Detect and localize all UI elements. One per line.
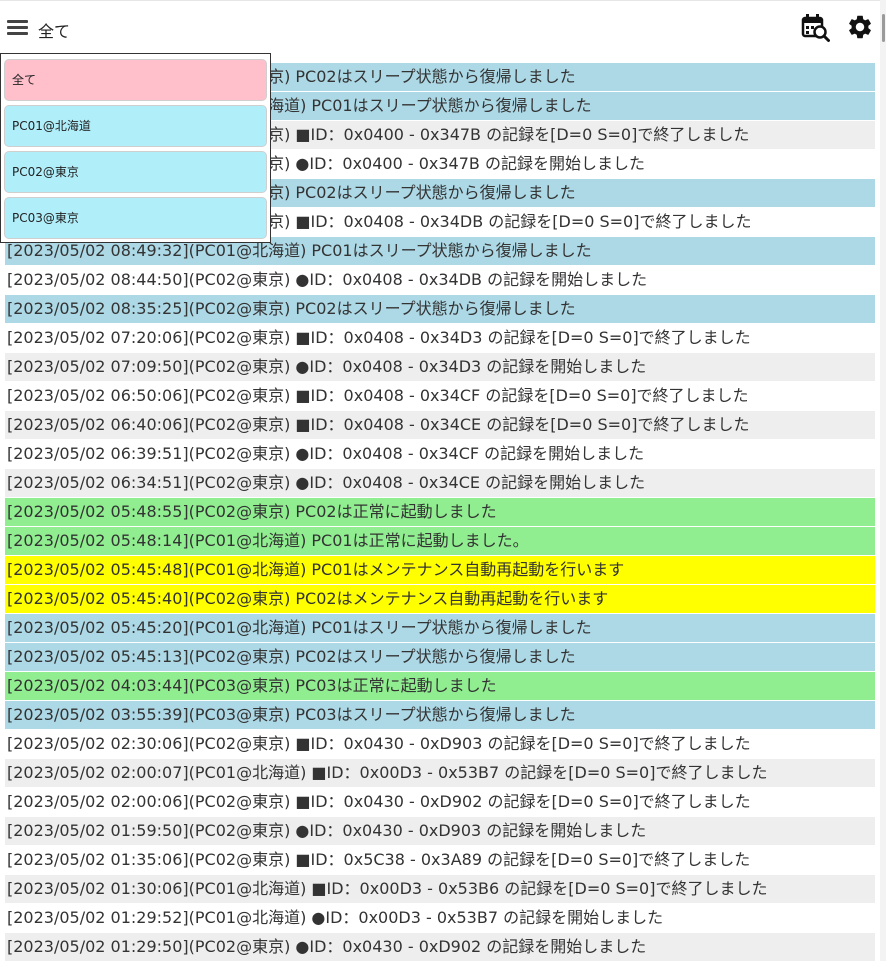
dropdown-item[interactable]: PC02@東京 (4, 151, 267, 193)
log-row: [2023/05/02 05:45:48](PC01@北海道) PC01はメンテ… (5, 556, 875, 585)
log-row: [2023/05/02 02:00:07](PC01@北海道) ■ID：0x00… (5, 759, 875, 788)
log-row: [2023/05/02 01:29:50](PC02@東京) ●ID：0x043… (5, 933, 875, 961)
calendar-search-icon[interactable] (800, 13, 830, 43)
app-header: 全て (0, 0, 886, 54)
log-row: [2023/05/02 01:30:06](PC01@北海道) ■ID：0x00… (5, 875, 875, 904)
log-row: [2023/05/02 06:40:06](PC02@東京) ■ID：0x040… (5, 411, 875, 440)
scrollbar[interactable] (880, 0, 886, 961)
current-filter-label[interactable]: 全て (38, 18, 70, 42)
log-row: [2023/05/02 07:09:50](PC02@東京) ●ID：0x040… (5, 353, 875, 382)
log-row: [2023/05/02 06:39:51](PC02@東京) ●ID：0x040… (5, 440, 875, 469)
log-row: [2023/05/02 02:30:06](PC02@東京) ■ID：0x043… (5, 730, 875, 759)
log-row: [2023/05/02 04:03:44](PC03@東京) PC03は正常に起… (5, 672, 875, 701)
log-row: [2023/05/02 02:00:06](PC02@東京) ■ID：0x043… (5, 788, 875, 817)
log-row: [2023/05/02 01:59:50](PC02@東京) ●ID：0x043… (5, 817, 875, 846)
device-filter-dropdown: 全て PC01@北海道 PC02@東京 PC03@東京 (0, 53, 271, 243)
log-row: [2023/05/02 06:34:51](PC02@東京) ●ID：0x040… (5, 469, 875, 498)
log-row: [2023/05/02 05:45:13](PC02@東京) PC02はスリープ… (5, 643, 875, 672)
dropdown-item[interactable]: PC03@東京 (4, 197, 267, 239)
hamburger-menu-icon[interactable] (7, 20, 29, 36)
log-row: [2023/05/02 01:29:52](PC01@北海道) ●ID：0x00… (5, 904, 875, 933)
log-row: [2023/05/02 07:20:06](PC02@東京) ■ID：0x040… (5, 324, 875, 353)
log-row: [2023/05/02 03:55:39](PC03@東京) PC03はスリープ… (5, 701, 875, 730)
menu-bar (7, 20, 28, 23)
menu-bar (7, 26, 28, 29)
log-row: [2023/05/02 05:48:55](PC02@東京) PC02は正常に起… (5, 498, 875, 527)
log-row: [2023/05/02 01:35:06](PC02@東京) ■ID：0x5C3… (5, 846, 875, 875)
gear-icon[interactable] (846, 13, 876, 43)
scrollbar-thumb[interactable] (882, 14, 885, 42)
menu-bar (7, 32, 28, 35)
log-row: [2023/05/02 08:44:50](PC02@東京) ●ID：0x040… (5, 266, 875, 295)
log-row: [2023/05/02 06:50:06](PC02@東京) ■ID：0x040… (5, 382, 875, 411)
log-row: [2023/05/02 05:45:20](PC01@北海道) PC01はスリー… (5, 614, 875, 643)
log-row: [2023/05/02 08:35:25](PC02@東京) PC02はスリープ… (5, 295, 875, 324)
dropdown-item[interactable]: PC01@北海道 (4, 105, 267, 147)
log-row: [2023/05/02 05:45:40](PC02@東京) PC02はメンテナ… (5, 585, 875, 614)
log-row: [2023/05/02 05:48:14](PC01@北海道) PC01は正常に… (5, 527, 875, 556)
dropdown-item[interactable]: 全て (4, 59, 267, 101)
